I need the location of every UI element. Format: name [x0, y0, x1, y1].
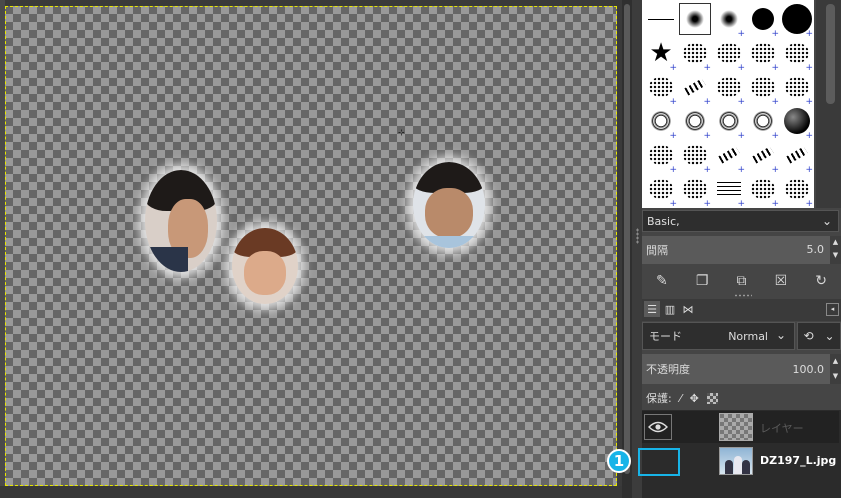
opacity-slider[interactable]: 不透明度 100.0: [642, 354, 830, 384]
spacing-value: 5.0: [806, 243, 825, 256]
delete-brush-icon[interactable]: ☒: [775, 273, 788, 289]
opacity-value: 100.0: [792, 363, 825, 376]
tab-menu-icon[interactable]: ◂: [826, 303, 839, 316]
brush-grid-scrollbar-thumb[interactable]: [826, 4, 835, 104]
eye-icon: [648, 421, 668, 433]
lock-pixels-icon[interactable]: ⁄: [680, 392, 682, 405]
brush-tag-icon: +: [771, 199, 779, 208]
brush-thumbnail[interactable]: +: [712, 70, 746, 107]
edit-brush-icon[interactable]: ✎: [656, 273, 668, 289]
chevron-down-icon: ⌄: [821, 214, 832, 228]
switch-icon: ⟲: [803, 329, 814, 343]
brush-thumbnail[interactable]: +: [780, 2, 814, 39]
spacing-spin-buttons[interactable]: ▲ ▼: [830, 236, 841, 264]
layer-thumbnail: [719, 413, 753, 441]
brush-thumbnail[interactable]: +: [746, 172, 780, 208]
layers-tab-icon[interactable]: ☰: [644, 301, 660, 317]
lock-row: 保護: ⁄ ✥: [642, 388, 841, 408]
layer-mode-dropdown[interactable]: モード Normal ⌄: [642, 322, 795, 350]
spacing-label: 間隔: [646, 244, 668, 257]
brush-thumbnail[interactable]: +: [780, 172, 814, 208]
mode-value: Normal: [728, 330, 768, 343]
brush-thumbnail[interactable]: +: [678, 36, 712, 73]
panel-separator-grip[interactable]: [734, 294, 752, 297]
mode-label: モード: [649, 330, 682, 343]
brush-thumbnail[interactable]: +: [712, 104, 746, 141]
channels-tab-icon[interactable]: ▥: [662, 301, 678, 317]
refresh-brushes-icon[interactable]: ↻: [815, 273, 827, 289]
layers-dock-tabs: ☰ ▥ ⋈: [642, 299, 841, 321]
face-man-left: [145, 170, 217, 272]
brush-spacing-slider[interactable]: 間隔 5.0: [642, 236, 830, 264]
canvas-bottom-bar: [0, 486, 622, 498]
lock-alpha-icon[interactable]: [706, 392, 718, 404]
visibility-toggle[interactable]: [644, 414, 672, 440]
brush-preset-label: Basic,: [647, 214, 680, 228]
layer-name[interactable]: DZ197_L.jpg: [760, 454, 836, 467]
brush-thumbnail[interactable]: +: [712, 138, 746, 175]
brush-thumbnail[interactable]: +: [644, 172, 678, 208]
brush-thumbnail[interactable]: +: [678, 172, 712, 208]
face-man-right: [413, 162, 485, 248]
pointer-cursor-icon: ⊹: [398, 128, 405, 137]
duplicate-brush-icon[interactable]: ⧉: [736, 273, 746, 289]
callout-badge: 1: [607, 449, 631, 473]
layer-name[interactable]: レイヤー: [760, 420, 804, 436]
canvas-scrollbar-thumb[interactable]: [624, 4, 630, 474]
brush-thumbnail[interactable]: +: [712, 172, 746, 208]
chevron-down-icon: ⌄: [775, 328, 786, 342]
brush-thumbnail[interactable]: +: [746, 70, 780, 107]
brush-tag-icon: +: [703, 199, 711, 208]
opacity-spin-buttons[interactable]: ▲ ▼: [830, 354, 841, 384]
brush-thumbnail[interactable]: +: [644, 70, 678, 107]
brush-tag-icon: +: [669, 199, 677, 208]
brush-thumbnail[interactable]: +: [712, 2, 746, 39]
face-woman: [232, 228, 298, 304]
brush-tag-icon: +: [737, 199, 745, 208]
brush-thumbnail[interactable]: +: [780, 138, 814, 175]
brush-thumbnail[interactable]: [678, 2, 712, 36]
brush-thumbnail[interactable]: ★ +: [644, 36, 678, 73]
layer-thumbnail: [719, 447, 753, 475]
brush-thumbnail[interactable]: +: [746, 36, 780, 73]
brush-thumbnail[interactable]: +: [780, 104, 814, 141]
opacity-label: 不透明度: [646, 363, 690, 376]
brush-grid[interactable]: + + + ★ + + + + + + + + + + + + + + + + + + + + + + + + +: [642, 0, 814, 208]
visibility-toggle-highlight[interactable]: [638, 448, 680, 476]
brush-thumbnail[interactable]: +: [746, 138, 780, 175]
composite-mode-dropdown[interactable]: ⟲ ⌄: [797, 322, 841, 350]
brush-thumbnail[interactable]: +: [644, 138, 678, 175]
dock-resize-grip[interactable]: [636, 228, 639, 244]
lock-position-icon[interactable]: ✥: [690, 392, 699, 405]
brush-thumbnail[interactable]: +: [780, 70, 814, 107]
brush-preset-dropdown[interactable]: Basic, ⌄: [642, 210, 839, 232]
brush-thumbnail[interactable]: +: [678, 138, 712, 175]
brush-thumbnail[interactable]: +: [746, 104, 780, 141]
brush-tag-icon: +: [805, 199, 813, 208]
brush-thumbnail[interactable]: +: [712, 36, 746, 73]
brush-thumbnail[interactable]: +: [678, 70, 712, 107]
lock-label: 保護:: [646, 392, 672, 405]
brush-tools-toolbar: ✎ ❐ ⧉ ☒ ↻: [642, 268, 841, 294]
brush-thumbnail[interactable]: +: [746, 2, 780, 39]
chevron-down-icon: ⌄: [824, 329, 835, 343]
new-brush-icon[interactable]: ❐: [696, 273, 709, 289]
brush-thumbnail[interactable]: [644, 2, 678, 36]
dock-divider[interactable]: [632, 0, 642, 498]
paths-tab-icon[interactable]: ⋈: [680, 301, 696, 317]
layer-boundary: [5, 6, 617, 486]
brush-thumbnail[interactable]: +: [644, 104, 678, 141]
brush-thumbnail[interactable]: +: [678, 104, 712, 141]
brush-thumbnail[interactable]: +: [780, 36, 814, 73]
